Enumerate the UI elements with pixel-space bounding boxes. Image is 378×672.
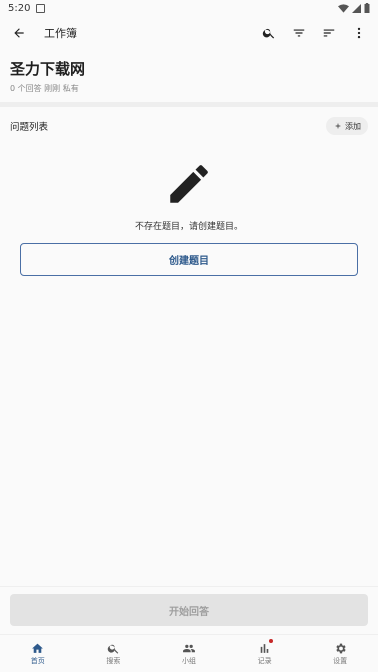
- nav-item-records[interactable]: 记录: [227, 635, 303, 672]
- pencil-icon: [170, 165, 208, 203]
- wifi-icon: [338, 3, 349, 13]
- nav-item-search[interactable]: 搜索: [76, 635, 152, 672]
- search-icon: [262, 28, 275, 39]
- sort-icon: [323, 29, 335, 37]
- plus-icon: [335, 123, 341, 129]
- group-icon: [183, 644, 195, 652]
- question-list-header: 问题列表 添加: [0, 107, 378, 145]
- bottom-navigation: 首页 搜索 小组 记录 设置: [0, 634, 378, 672]
- nav-label: 首页: [30, 656, 45, 665]
- nav-label: 记录: [257, 656, 272, 665]
- filter-icon: [293, 29, 305, 37]
- status-bar: 5:20: [0, 0, 378, 16]
- nav-item-home[interactable]: 首页: [0, 635, 76, 672]
- start-answer-button[interactable]: 开始回答: [10, 594, 368, 626]
- footer-divider: [0, 586, 378, 587]
- nav-label: 搜索: [106, 656, 121, 665]
- notification-badge: [268, 639, 273, 643]
- nav-item-settings[interactable]: 设置: [302, 635, 378, 672]
- nav-item-group[interactable]: 小组: [151, 635, 227, 672]
- add-button[interactable]: 添加: [326, 117, 368, 135]
- workbook-name: 圣力下载网: [10, 60, 86, 78]
- app-bar-title: 工作簿: [44, 27, 77, 40]
- home-icon: [32, 643, 44, 653]
- arrow-back-icon: [14, 28, 24, 38]
- section-title: 问题列表: [10, 122, 49, 133]
- sort-button[interactable]: [318, 22, 340, 44]
- search-button[interactable]: [258, 22, 280, 44]
- nav-label: 小组: [181, 656, 196, 665]
- search-icon: [107, 644, 119, 654]
- status-time: 5:20: [8, 2, 31, 14]
- create-question-button[interactable]: 创建题目: [20, 243, 358, 276]
- empty-message: 不存在题目，请创建题目。: [134, 222, 243, 232]
- more-vert-icon: [357, 27, 361, 39]
- signal-icon: [352, 3, 361, 13]
- bar-chart-icon: [260, 643, 269, 653]
- empty-state: 不存在题目，请创建题目。 创建题目: [0, 159, 378, 276]
- more-button[interactable]: [348, 22, 370, 44]
- notification-icon: [36, 3, 46, 13]
- app-bar: 工作簿: [0, 16, 378, 50]
- battery-icon: [364, 3, 370, 13]
- nav-label: 设置: [333, 656, 348, 665]
- gear-icon: [336, 643, 346, 653]
- workbook-header: 圣力下载网 0 个回答 刚刚 私有: [0, 50, 378, 102]
- add-button-label: 添加: [345, 121, 361, 131]
- filter-button[interactable]: [288, 22, 310, 44]
- back-button[interactable]: [8, 22, 30, 44]
- workbook-meta: 0 个回答 刚刚 私有: [10, 84, 79, 93]
